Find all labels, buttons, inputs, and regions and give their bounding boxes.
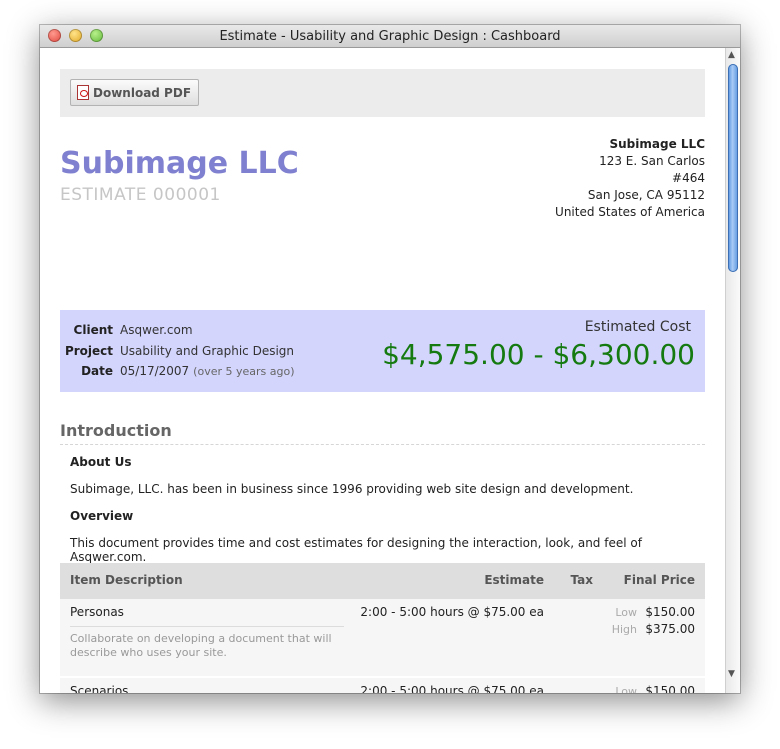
items-table-header: Item Description Estimate Tax Final Pric… (60, 563, 705, 599)
download-pdf-label: Download PDF (93, 85, 192, 100)
client-value: Asqwer.com (120, 323, 193, 338)
address-line3: San Jose, CA 95112 (587, 188, 705, 202)
address-line2: #464 (672, 171, 705, 185)
col-header-final-price: Final Price (623, 573, 695, 587)
table-row: Personas Collaborate on developing a doc… (60, 599, 705, 676)
date-row: Date 05/17/2007 (over 5 years ago) (60, 361, 295, 382)
col-header-tax: Tax (570, 573, 593, 587)
price-high-label: High (611, 623, 637, 636)
estimate-header: Subimage LLC ESTIMATE 000001 Subimage LL… (40, 117, 726, 310)
items-table: Item Description Estimate Tax Final Pric… (60, 563, 705, 693)
estimated-cost-label: Estimated Cost (584, 319, 691, 335)
overview-heading: Overview (70, 509, 134, 523)
client-row: Client Asqwer.com (60, 320, 295, 341)
item-estimate: 2:00 - 5:00 hours @ $75.00 ea (360, 684, 544, 693)
item-description: Collaborate on developing a document tha… (70, 626, 344, 660)
introduction-heading: Introduction (60, 421, 705, 445)
col-header-description: Item Description (70, 573, 183, 587)
address-name: Subimage LLC (609, 137, 706, 151)
download-pdf-button[interactable]: Download PDF (70, 79, 200, 106)
date-value: 05/17/2007 (120, 364, 190, 379)
window-title: Estimate - Usability and Graphic Design … (219, 29, 561, 44)
pdf-icon (77, 85, 89, 100)
page-content: Download PDF Subimage LLC ESTIMATE 00000… (40, 48, 726, 693)
estimated-cost-range: $4,575.00 - $6,300.00 (382, 338, 695, 371)
project-label: Project (64, 343, 113, 358)
project-row: Project Usability and Graphic Design (60, 341, 295, 362)
price-low-label: Low (615, 685, 637, 693)
date-note: (over 5 years ago) (193, 364, 295, 378)
price-low-value: $150.00 (645, 684, 695, 693)
address-country: United States of America (555, 205, 705, 219)
item-name: Scenarios (70, 684, 129, 693)
client-label: Client (73, 323, 113, 338)
overview-text: This document provides time and cost est… (70, 536, 642, 564)
toolbar: Download PDF (60, 69, 705, 117)
browser-window: Estimate - Usability and Graphic Design … (40, 25, 740, 693)
company-name: Subimage LLC (60, 146, 299, 181)
scroll-up-icon[interactable]: ▲ (728, 50, 735, 60)
scroll-down-icon[interactable]: ▼ (728, 669, 735, 679)
company-address: Subimage LLC 123 E. San Carlos #464 San … (555, 136, 705, 221)
vertical-scrollbar[interactable]: ▲ ▼ (725, 48, 740, 693)
col-header-estimate: Estimate (484, 573, 544, 587)
address-line1: 123 E. San Carlos (599, 154, 705, 168)
date-label: Date (81, 364, 113, 379)
price-low-label: Low (615, 606, 637, 619)
scrollbar-thumb[interactable] (728, 64, 738, 272)
item-name: Personas (70, 605, 124, 619)
introduction-body: About Us Subimage, LLC. has been in busi… (70, 455, 700, 564)
estimate-meta: Client Asqwer.com Project Usability and … (60, 320, 295, 382)
estimate-number: ESTIMATE 000001 (60, 185, 221, 205)
price-high-value: $375.00 (645, 622, 695, 636)
price-low-value: $150.00 (645, 605, 695, 619)
project-value: Usability and Graphic Design (120, 343, 295, 358)
about-us-text: Subimage, LLC. has been in business sinc… (70, 482, 634, 496)
about-us-heading: About Us (70, 455, 132, 469)
title-bar[interactable]: Estimate - Usability and Graphic Design … (40, 25, 740, 48)
item-estimate: 2:00 - 5:00 hours @ $75.00 ea (360, 605, 544, 619)
table-row: Scenarios 2:00 - 5:00 hours @ $75.00 ea … (60, 678, 705, 693)
estimate-summary: Client Asqwer.com Project Usability and … (60, 310, 705, 392)
